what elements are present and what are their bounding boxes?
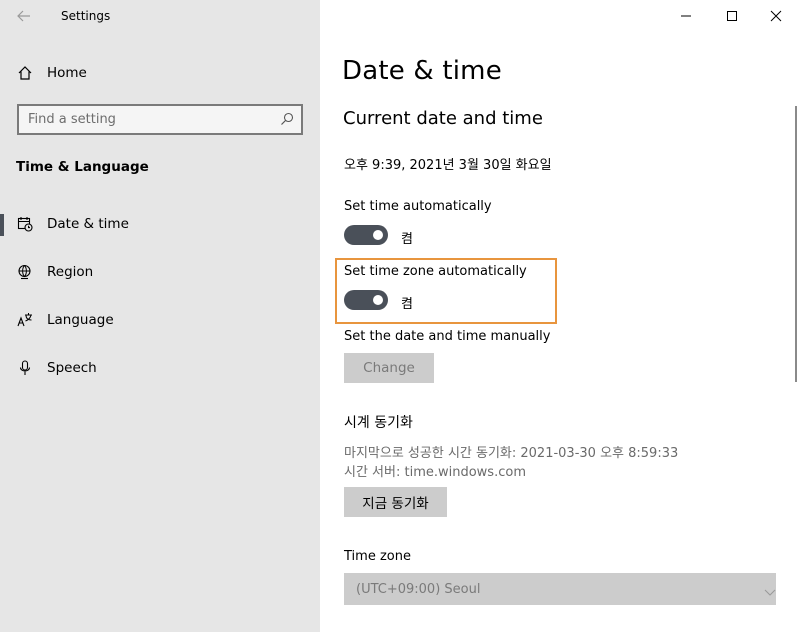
sidebar-item-label: Language — [47, 312, 114, 328]
set-time-auto-state: 켬 — [401, 232, 413, 247]
globe-icon — [17, 264, 33, 280]
close-icon — [770, 10, 782, 22]
back-arrow-icon — [17, 10, 30, 22]
toggle-knob — [373, 295, 383, 305]
set-timezone-auto-toggle[interactable] — [344, 290, 388, 310]
section-title: Current date and time — [343, 108, 543, 129]
home-label: Home — [47, 65, 87, 81]
back-button[interactable] — [10, 4, 38, 28]
time-server-text: 시간 서버: time.windows.com — [344, 465, 526, 480]
timezone-value: (UTC+09:00) Seoul — [356, 582, 481, 597]
home-icon — [17, 65, 33, 81]
set-time-auto-toggle[interactable] — [344, 225, 388, 245]
scrollbar[interactable] — [795, 106, 797, 382]
sidebar-item-label: Date & time — [47, 216, 129, 232]
sidebar-item-speech[interactable]: Speech — [0, 348, 320, 388]
section-heading: Time & Language — [16, 159, 149, 175]
sidebar-item-label: Speech — [47, 360, 97, 376]
maximize-button[interactable] — [709, 0, 755, 32]
sidebar-item-language[interactable]: Language — [0, 300, 320, 340]
set-timezone-auto-state: 켬 — [401, 297, 413, 312]
home-nav[interactable]: Home — [0, 53, 320, 93]
main-content: Date & time Current date and time 오후 9:3… — [320, 0, 800, 632]
toggle-knob — [373, 230, 383, 240]
manual-label: Set the date and time manually — [344, 329, 551, 344]
sync-title: 시계 동기화 — [344, 415, 413, 431]
sidebar: Settings Home Find a setting Time & Lang… — [0, 0, 320, 632]
maximize-icon — [727, 11, 737, 21]
last-sync-text: 마지막으로 성공한 시간 동기화: 2021-03-30 오후 8:59:33 — [344, 446, 679, 461]
change-button[interactable]: Change — [344, 353, 434, 383]
chevron-down-icon — [764, 583, 776, 596]
sync-now-button[interactable]: 지금 동기화 — [344, 487, 447, 517]
current-datetime: 오후 9:39, 2021년 3월 30일 화요일 — [344, 158, 552, 173]
search-placeholder: Find a setting — [28, 112, 116, 127]
date-time-icon — [17, 216, 33, 232]
sidebar-item-region[interactable]: Region — [0, 252, 320, 292]
microphone-icon — [17, 360, 33, 376]
sidebar-item-date-time[interactable]: Date & time — [0, 204, 320, 244]
timezone-select[interactable]: (UTC+09:00) Seoul — [344, 573, 776, 605]
search-input[interactable]: Find a setting — [17, 104, 303, 135]
set-time-auto-label: Set time automatically — [344, 199, 492, 214]
minimize-icon — [681, 15, 691, 17]
minimize-button[interactable] — [663, 0, 709, 32]
sidebar-item-label: Region — [47, 264, 94, 280]
active-indicator — [0, 214, 4, 236]
close-button[interactable] — [753, 0, 799, 32]
search-icon — [279, 111, 295, 127]
set-timezone-auto-label: Set time zone automatically — [344, 264, 527, 279]
page-title: Date & time — [342, 56, 502, 86]
app-title: Settings — [61, 9, 111, 23]
title-bar: Settings — [0, 0, 320, 32]
language-icon — [17, 312, 33, 328]
timezone-label: Time zone — [344, 549, 411, 564]
